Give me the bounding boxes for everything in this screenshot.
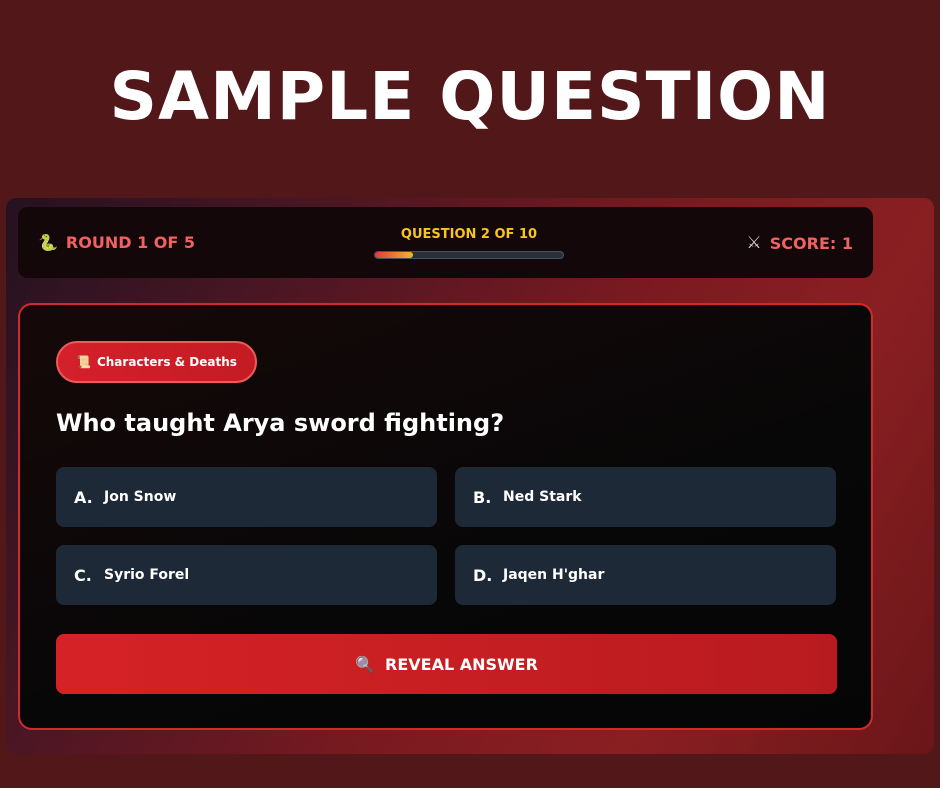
score-indicator: ⚔ SCORE: 1 — [747, 233, 853, 253]
option-text: Ned Stark — [503, 489, 582, 505]
game-status-bar: 🐍 ROUND 1 OF 5 QUESTION 2 OF 10 ⚔ SCORE:… — [18, 207, 873, 278]
option-letter: A. — [74, 487, 93, 507]
score-label: SCORE: 1 — [769, 233, 853, 253]
option-letter: C. — [74, 565, 92, 585]
question-counter: QUESTION 2 OF 10 — [400, 227, 538, 242]
category-badge: 📜 Characters & Deaths — [56, 341, 257, 383]
crossed-swords-icon: ⚔ — [746, 233, 762, 253]
scroll-icon: 📜 — [76, 355, 91, 369]
round-label: ROUND 1 OF 5 — [65, 233, 196, 252]
progress-fill — [375, 252, 413, 258]
reveal-answer-label: REVEAL ANSWER — [385, 654, 538, 674]
magnifier-icon: 🔍 — [355, 654, 375, 674]
question-text: Who taught Arya sword fighting? — [56, 409, 505, 437]
question-progress: QUESTION 2 OF 10 — [374, 227, 564, 259]
answer-option-d[interactable]: D. Jaqen H'ghar — [455, 545, 836, 605]
round-indicator: 🐍 ROUND 1 OF 5 — [38, 233, 195, 252]
reveal-answer-button[interactable]: 🔍 REVEAL ANSWER — [56, 634, 837, 694]
answer-option-b[interactable]: B. Ned Stark — [455, 467, 836, 527]
question-card: 📜 Characters & Deaths Who taught Arya sw… — [18, 303, 873, 730]
option-text: Jaqen H'ghar — [503, 567, 605, 583]
page-headline: SAMPLE QUESTION — [109, 58, 831, 135]
serpent-icon: 🐍 — [38, 233, 58, 252]
answer-option-c[interactable]: C. Syrio Forel — [56, 545, 437, 605]
category-label: Characters & Deaths — [96, 355, 237, 369]
option-letter: D. — [473, 565, 493, 585]
option-text: Syrio Forel — [104, 567, 190, 583]
progress-track — [374, 251, 564, 259]
option-text: Jon Snow — [104, 489, 177, 505]
answer-option-a[interactable]: A. Jon Snow — [56, 467, 437, 527]
option-letter: B. — [473, 487, 492, 507]
